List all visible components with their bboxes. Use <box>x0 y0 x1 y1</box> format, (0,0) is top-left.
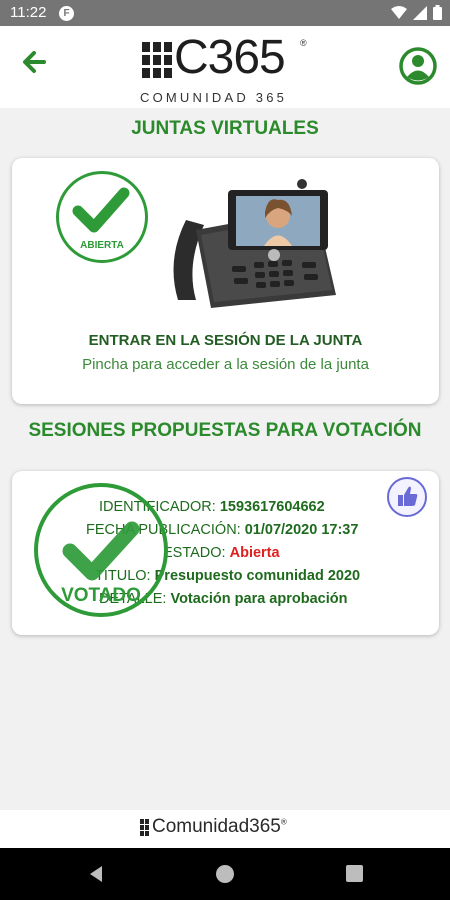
voted-status-label: VOTADO <box>61 585 141 606</box>
arrow-left-icon[interactable] <box>18 46 50 78</box>
nav-home-icon[interactable] <box>215 864 235 884</box>
footer-brand-word: Comunidad <box>152 816 250 837</box>
voting-session-card[interactable]: IDENTIFICADOR: 1593617604662 FECHA PUBLI… <box>12 471 439 635</box>
vote-field-value: Presupuesto comunidad 2020 <box>154 568 361 584</box>
status-bar: 11:22 F <box>0 0 450 26</box>
logo-grid-mark <box>142 42 172 78</box>
user-circle-icon[interactable] <box>398 46 438 86</box>
meeting-session-card[interactable]: ABIERTA ENTRAR EN LA SESIÓN DE LA JUNTA … <box>12 158 439 404</box>
vote-field-value: 01/07/2020 17:37 <box>244 522 359 538</box>
thumbs-up-button[interactable] <box>387 477 427 517</box>
meeting-session-title: ENTRAR EN LA SESIÓN DE LA JUNTA <box>88 332 363 349</box>
logo-subtitle: COMUNIDAD 365 <box>140 90 288 105</box>
footer-brand-logo: Comunidad365® <box>140 816 287 838</box>
footer: Comunidad365® <box>0 810 450 848</box>
meeting-session-subtitle: Pincha para acceder a la sesión de la ju… <box>82 356 369 373</box>
notification-icon: F <box>59 6 74 21</box>
open-status-badge: ABIERTA <box>56 171 148 263</box>
logo-wordmark: C365 <box>174 31 286 84</box>
video-phone-icon <box>173 179 336 308</box>
vote-field-label: ESTADO: <box>163 545 226 561</box>
footer-brand-number: 365 <box>249 816 281 837</box>
voted-status-badge: VOTADO <box>34 483 168 617</box>
app-header: C365 ® COMUNIDAD 365 <box>0 26 450 108</box>
vote-status-value: Abierta <box>229 545 280 561</box>
battery-icon <box>433 5 442 20</box>
system-icons <box>391 5 442 20</box>
footer-grid-mark <box>140 818 149 836</box>
vote-field-status: ESTADO: Abierta <box>163 545 450 561</box>
virtual-meetings-title: JUNTAS VIRTUALES <box>131 118 319 139</box>
footer-brand-registered: ® <box>280 817 287 827</box>
footer-brand-text: Comunidad365® <box>152 816 287 838</box>
logo-registered: ® <box>300 38 307 48</box>
vote-field-value: 1593617604662 <box>219 499 325 515</box>
voting-sessions-title: SESIONES PROPUESTAS PARA VOTACIÓN <box>28 420 422 441</box>
signal-icon <box>413 5 427 20</box>
wifi-icon <box>391 5 407 19</box>
nav-back-icon[interactable] <box>86 864 106 884</box>
app-logo: C365 ® COMUNIDAD 365 <box>138 31 318 108</box>
system-navigation-bar <box>0 848 450 900</box>
vote-field-value: Votación para aprobación <box>170 591 348 607</box>
nav-recents-icon[interactable] <box>346 865 363 882</box>
open-status-label: ABIERTA <box>80 240 124 251</box>
thumbs-up-icon <box>398 486 418 506</box>
status-time: 11:22 <box>10 4 47 21</box>
